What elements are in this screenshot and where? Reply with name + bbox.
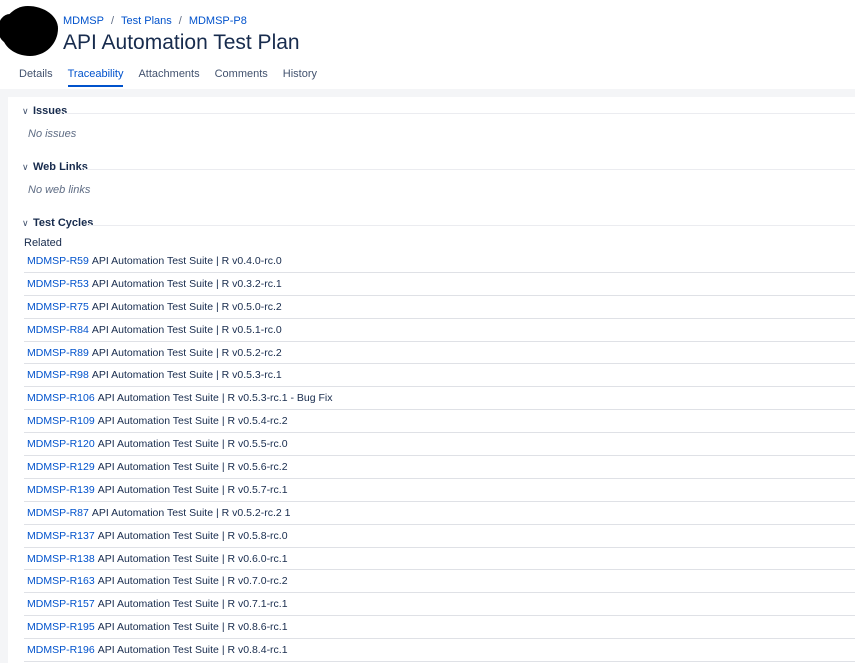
content-top-band xyxy=(0,89,855,97)
test-cycle-key-link[interactable]: MDMSP-R109 xyxy=(27,415,95,427)
test-cycle-key-link[interactable]: MDMSP-R195 xyxy=(27,621,95,633)
test-cycle-row: MDMSP-R75 API Automation Test Suite | R v… xyxy=(24,296,855,319)
project-avatar xyxy=(0,6,58,56)
tab-attachments[interactable]: Attachments xyxy=(138,68,199,87)
breadcrumb-separator: / xyxy=(110,15,115,27)
test-cycles-section-title: Test Cycles xyxy=(33,217,94,229)
test-cycle-row: MDMSP-R109 API Automation Test Suite | R … xyxy=(24,410,855,434)
test-cycle-row: MDMSP-R53 API Automation Test Suite | R v… xyxy=(24,273,855,296)
test-cycle-name: API Automation Test Suite | R v0.5.8-rc.… xyxy=(97,529,288,542)
section-divider xyxy=(88,225,855,226)
test-cycle-name: API Automation Test Suite | R v0.5.2-rc.… xyxy=(91,506,291,519)
test-cycle-name: API Automation Test Suite | R v0.7.0-rc.… xyxy=(97,575,288,588)
tab-bar: Details Traceability Attachments Comments Hi… xyxy=(19,68,317,87)
chevron-down-icon: ∨ xyxy=(22,105,29,116)
test-cycle-key-link[interactable]: MDMSP-R53 xyxy=(27,278,89,290)
test-cycle-name: API Automation Test Suite | R v0.4.0-rc.… xyxy=(91,254,282,267)
tab-history[interactable]: History xyxy=(283,68,317,87)
test-cycle-key-link[interactable]: MDMSP-R59 xyxy=(27,255,89,267)
test-cycle-key-link[interactable]: MDMSP-R87 xyxy=(27,507,89,519)
test-cycle-row: MDMSP-R163 API Automation Test Suite | R … xyxy=(24,570,855,594)
test-cycle-key-link[interactable]: MDMSP-R157 xyxy=(27,598,95,610)
breadcrumb-project-link[interactable]: MDMSP xyxy=(63,15,104,27)
test-cycle-key-link[interactable]: MDMSP-R89 xyxy=(27,347,89,359)
test-cycle-name: API Automation Test Suite | R v0.5.5-rc.… xyxy=(97,438,288,451)
page-title: API Automation Test Plan xyxy=(63,31,300,54)
test-cycle-name: API Automation Test Suite | R v0.7.1-rc.… xyxy=(97,598,288,611)
test-cycle-name: API Automation Test Suite | R v0.5.3-rc.… xyxy=(91,369,282,382)
breadcrumb-key-link[interactable]: MDMSP-P8 xyxy=(189,15,247,27)
test-cycle-name: API Automation Test Suite | R v0.5.1-rc.… xyxy=(91,323,282,336)
test-cycle-row: MDMSP-R157 API Automation Test Suite | R … xyxy=(24,593,855,617)
tab-comments[interactable]: Comments xyxy=(215,68,268,87)
tab-traceability[interactable]: Traceability xyxy=(67,68,124,87)
test-cycle-name: API Automation Test Suite | R v0.3.2-rc.… xyxy=(91,277,282,290)
test-cycle-row: MDMSP-R89 API Automation Test Suite | R v… xyxy=(24,342,855,365)
test-cycle-row: MDMSP-R196 API Automation Test Suite | R … xyxy=(24,639,855,663)
test-cycle-key-link[interactable]: MDMSP-R120 xyxy=(27,438,95,450)
test-cycle-row: MDMSP-R98 API Automation Test Suite | R v… xyxy=(24,364,855,388)
section-divider xyxy=(64,113,855,114)
issues-section-title: Issues xyxy=(33,105,68,117)
chevron-down-icon: ∨ xyxy=(22,161,29,172)
test-cycle-name: API Automation Test Suite | R v0.5.6-rc.… xyxy=(97,460,288,473)
breadcrumb: MDMSP / Test Plans / MDMSP-P8 xyxy=(63,15,247,27)
test-cycle-key-link[interactable]: MDMSP-R106 xyxy=(27,392,95,404)
test-cycle-list: MDMSP-R59 API Automation Test Suite | R v… xyxy=(24,250,855,663)
test-cycle-key-link[interactable]: MDMSP-R75 xyxy=(27,301,89,313)
related-label: Related xyxy=(24,237,62,249)
test-cycle-key-link[interactable]: MDMSP-R139 xyxy=(27,484,95,496)
test-cycle-row: MDMSP-R106 API Automation Test Suite | R … xyxy=(24,387,855,411)
test-cycle-row: MDMSP-R84 API Automation Test Suite | R v… xyxy=(24,319,855,342)
issues-section-header[interactable]: ∨ Issues xyxy=(22,105,67,117)
test-cycle-name: API Automation Test Suite | R v0.8.6-rc.… xyxy=(97,621,288,634)
test-cycle-name: API Automation Test Suite | R v0.5.4-rc.… xyxy=(97,415,288,428)
test-cycle-name: API Automation Test Suite | R v0.8.4-rc.… xyxy=(97,644,288,657)
test-cycle-key-link[interactable]: MDMSP-R196 xyxy=(27,644,95,656)
chevron-down-icon: ∨ xyxy=(22,217,29,228)
breadcrumb-separator: / xyxy=(178,15,182,27)
web-links-section-header[interactable]: ∨ Web Links xyxy=(22,161,88,173)
web-links-empty-text: No web links xyxy=(28,184,91,196)
test-cycle-row: MDMSP-R195 API Automation Test Suite | R … xyxy=(24,616,855,640)
test-cycle-row: MDMSP-R139 API Automation Test Suite | R … xyxy=(24,479,855,502)
test-cycle-name: API Automation Test Suite | R v0.5.7-rc.… xyxy=(97,483,288,496)
test-cycle-row: MDMSP-R87 API Automation Test Suite | R v… xyxy=(24,502,855,525)
test-cycle-name: API Automation Test Suite | R v0.6.0-rc.… xyxy=(97,552,288,565)
web-links-section-title: Web Links xyxy=(33,161,88,173)
test-cycle-row: MDMSP-R59 API Automation Test Suite | R v… xyxy=(24,250,855,273)
test-cycle-name: API Automation Test Suite | R v0.5.2-rc.… xyxy=(91,346,282,359)
test-cycle-key-link[interactable]: MDMSP-R84 xyxy=(27,324,89,336)
test-cycle-row: MDMSP-R137 API Automation Test Suite | R … xyxy=(24,525,855,548)
test-cycle-row: MDMSP-R120 API Automation Test Suite | R … xyxy=(24,433,855,457)
breadcrumb-section-link[interactable]: Test Plans xyxy=(121,15,172,27)
test-cycle-row: MDMSP-R138 API Automation Test Suite | R … xyxy=(24,548,855,571)
test-cycle-key-link[interactable]: MDMSP-R129 xyxy=(27,461,95,473)
test-cycle-name: API Automation Test Suite | R v0.5.3-rc.… xyxy=(97,392,333,405)
tab-details[interactable]: Details xyxy=(19,68,53,87)
left-gutter xyxy=(0,89,8,663)
test-cycle-key-link[interactable]: MDMSP-R137 xyxy=(27,530,95,542)
issues-empty-text: No issues xyxy=(28,128,77,140)
section-divider xyxy=(84,169,855,170)
test-cycle-key-link[interactable]: MDMSP-R163 xyxy=(27,575,95,587)
page-header: MDMSP / Test Plans / MDMSP-P8 API Automation… xyxy=(0,0,855,89)
test-cycle-row: MDMSP-R129 API Automation Test Suite | R … xyxy=(24,456,855,479)
test-cycle-key-link[interactable]: MDMSP-R98 xyxy=(27,369,89,381)
test-cycle-key-link[interactable]: MDMSP-R138 xyxy=(27,553,95,565)
test-cycle-name: API Automation Test Suite | R v0.5.0-rc.… xyxy=(91,300,282,313)
test-cycles-section-header[interactable]: ∨ Test Cycles xyxy=(22,217,93,229)
